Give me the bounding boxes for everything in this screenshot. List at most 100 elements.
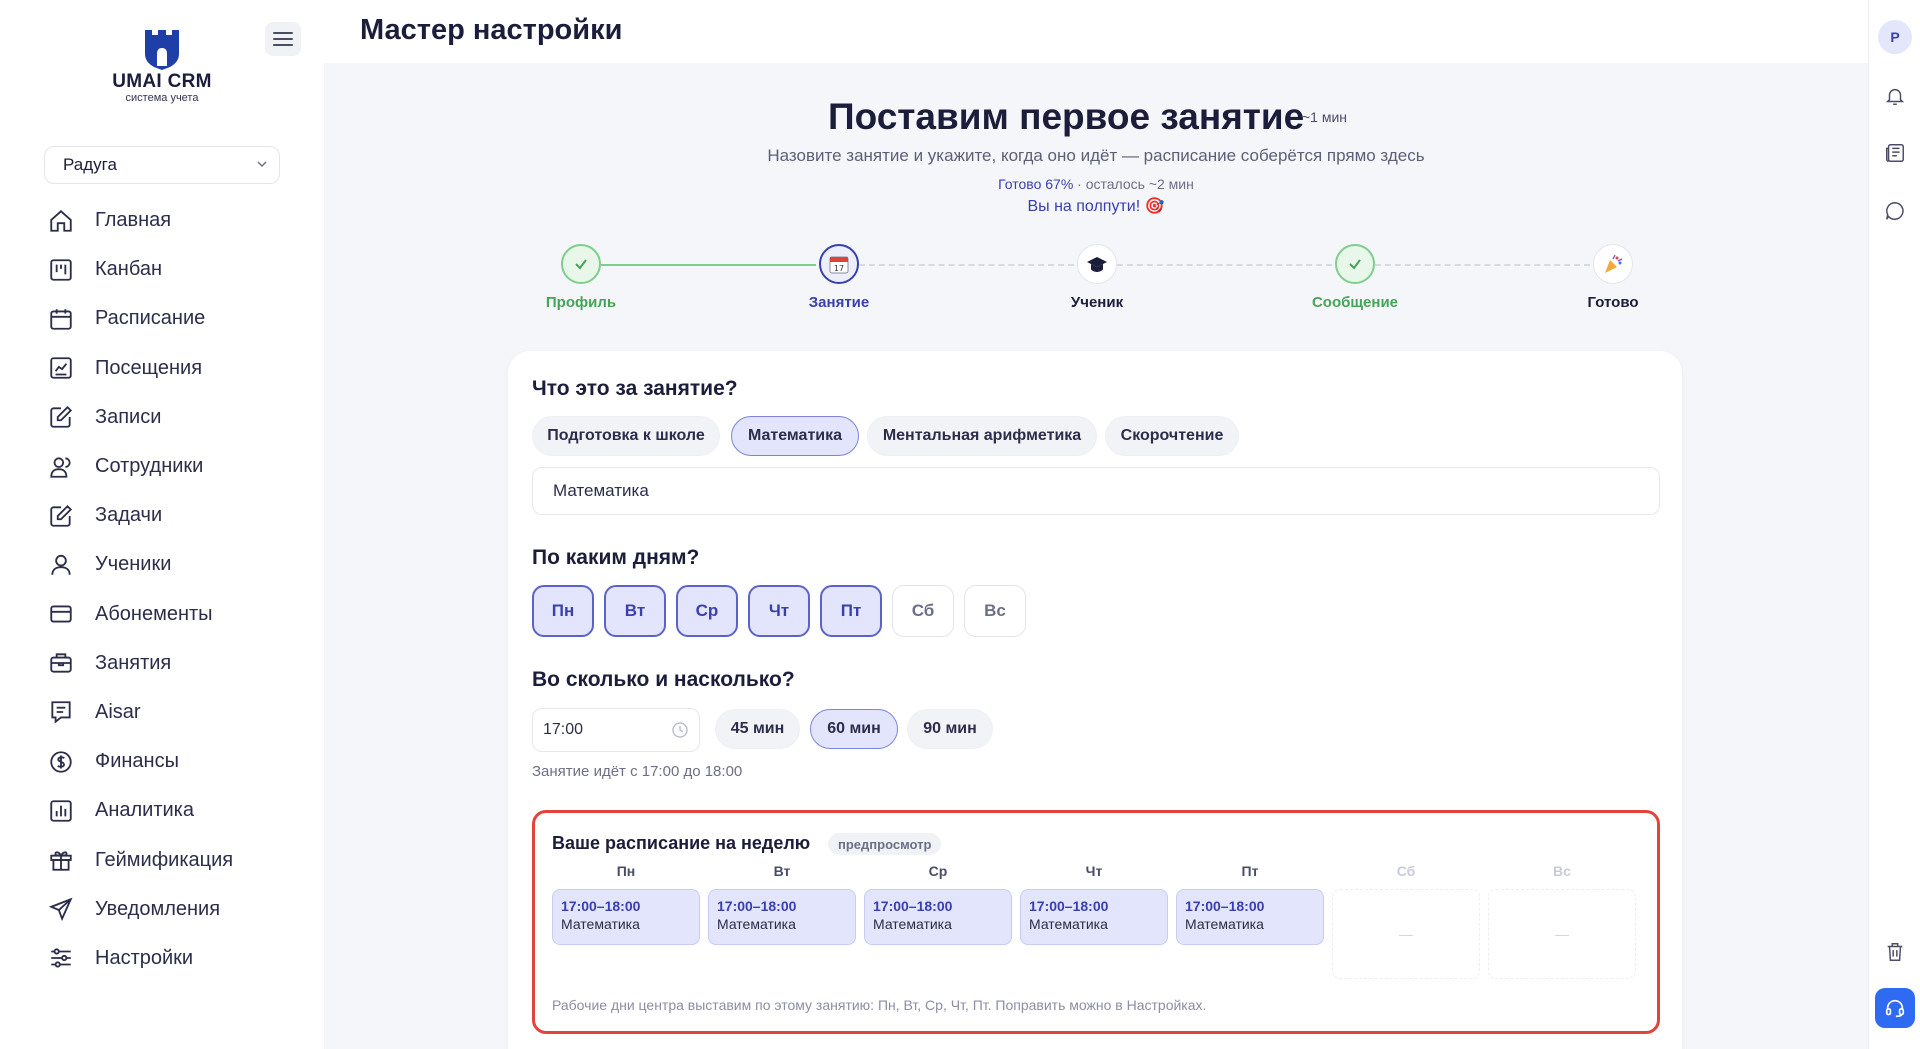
- sidebar-item-subscriptions[interactable]: Абонементы: [46, 590, 316, 639]
- step-message[interactable]: Сообщение: [1295, 244, 1415, 311]
- castle-logo-icon: [145, 30, 179, 70]
- chat-bubble-icon[interactable]: [1883, 199, 1907, 223]
- sidebar-item-label: Абонементы: [95, 602, 213, 625]
- day-toggle-sun[interactable]: Вс: [964, 585, 1026, 637]
- sidebar-item-attendance[interactable]: Посещения: [46, 344, 316, 393]
- preview-lesson-slot[interactable]: 17:00–18:00 Математика: [864, 889, 1012, 945]
- news-icon[interactable]: [1883, 141, 1907, 165]
- preview-lesson-slot[interactable]: 17:00–18:00 Математика: [552, 889, 700, 945]
- sidebar-item-staff[interactable]: Сотрудники: [46, 442, 316, 491]
- wizard-title: Поставим первое занятие: [828, 96, 1305, 137]
- day-toggle-sat[interactable]: Сб: [892, 585, 954, 637]
- sidebar-item-schedule[interactable]: Расписание: [46, 294, 316, 343]
- sidebar-item-notifications[interactable]: Уведомления: [46, 885, 316, 934]
- preset-chip-math[interactable]: Математика: [731, 416, 859, 456]
- sidebar-item-label: Задачи: [95, 504, 163, 527]
- send-icon: [46, 894, 76, 924]
- tasks-edit-icon: [46, 501, 76, 531]
- calendar-emoji-icon: 17: [819, 244, 859, 284]
- duration-chip-60[interactable]: 60 мин: [810, 709, 898, 749]
- day-toggle-mon[interactable]: Пн: [532, 585, 594, 637]
- start-time-input[interactable]: 17:00: [532, 708, 700, 752]
- sidebar-item-settings[interactable]: Настройки: [46, 934, 316, 983]
- preview-title: Ваше расписание на неделю: [552, 833, 811, 853]
- preview-lesson-slot[interactable]: 17:00–18:00 Математика: [708, 889, 856, 945]
- card-icon: [46, 599, 76, 629]
- brand-tagline: система учета: [125, 92, 199, 104]
- chat-doc-icon: [46, 697, 76, 727]
- preview-day-column: Сб —: [1332, 863, 1480, 979]
- preview-lesson-slot[interactable]: 17:00–18:00 Математика: [1020, 889, 1168, 945]
- sidebar-item-aisar[interactable]: Aisar: [46, 688, 316, 737]
- hamburger-icon: [273, 32, 293, 46]
- chevron-down-icon: [257, 161, 267, 168]
- right-rail: P: [1868, 0, 1920, 1049]
- preview-empty-slot: —: [1332, 889, 1480, 979]
- step-profile[interactable]: Профиль: [521, 244, 641, 311]
- duration-chip-45[interactable]: 45 мин: [715, 709, 800, 749]
- sidebar-item-label: Aisar: [95, 700, 141, 723]
- preview-day-column: Ср 17:00–18:00 Математика: [864, 863, 1012, 945]
- menu-toggle-button[interactable]: [265, 22, 301, 56]
- top-bar: Мастер настройки: [324, 0, 1868, 63]
- day-toggle-tue[interactable]: Вт: [604, 585, 666, 637]
- sidebar-item-label: Занятия: [95, 651, 172, 674]
- sidebar: UMAI CRM система учета Радуга Главная Ка…: [0, 0, 324, 1049]
- branch-select[interactable]: Радуга: [44, 146, 280, 184]
- analytics-icon: [46, 796, 76, 826]
- preview-day-column: Вс —: [1488, 863, 1636, 979]
- progress-percent: Готово 67%: [998, 176, 1074, 192]
- question-lesson-type: Что это за занятие?: [532, 377, 738, 400]
- step-done[interactable]: Готово: [1553, 244, 1673, 311]
- preset-chip-school-prep[interactable]: Подготовка к школе: [532, 416, 720, 456]
- step-student[interactable]: Ученик: [1037, 244, 1157, 311]
- day-toggle-wed[interactable]: Ср: [676, 585, 738, 637]
- day-toggle-thu[interactable]: Чт: [748, 585, 810, 637]
- dollar-icon: [46, 747, 76, 777]
- sidebar-item-label: Главная: [95, 209, 172, 232]
- avatar[interactable]: P: [1878, 20, 1912, 54]
- slot-time: 17:00–18:00: [1185, 898, 1265, 914]
- sidebar-item-lessons[interactable]: Занятия: [46, 639, 316, 688]
- slot-name: Математика: [873, 916, 952, 932]
- sidebar-item-label: Геймификация: [95, 848, 234, 871]
- party-popper-icon: [1593, 244, 1633, 284]
- sidebar-item-records[interactable]: Записи: [46, 393, 316, 442]
- sidebar-item-kanban[interactable]: Канбан: [46, 245, 316, 294]
- sidebar-item-analytics[interactable]: Аналитика: [46, 786, 316, 835]
- step-label: Готово: [1587, 294, 1639, 311]
- slot-name: Математика: [561, 916, 640, 932]
- preview-day-name: Сб: [1396, 863, 1416, 879]
- kanban-icon: [46, 255, 76, 285]
- preview-badge: предпросмотр: [828, 833, 942, 855]
- page-title: Мастер настройки: [360, 14, 623, 46]
- trash-icon[interactable]: [1883, 940, 1907, 964]
- sidebar-nav: Главная Канбан Расписание Посещения Запи…: [46, 196, 316, 983]
- support-button[interactable]: [1875, 988, 1915, 1028]
- preset-chip-speed-reading[interactable]: Скорочтение: [1105, 416, 1239, 456]
- sidebar-item-label: Ученики: [95, 553, 172, 576]
- question-time: Во сколько и насколько?: [532, 668, 795, 691]
- brand-name: UMAI CRM: [112, 71, 212, 92]
- sidebar-item-students[interactable]: Ученики: [46, 540, 316, 589]
- brand-logo[interactable]: UMAI CRM система учета: [100, 28, 224, 104]
- gift-icon: [46, 845, 76, 875]
- preset-chip-mental-arithmetic[interactable]: Ментальная арифметика: [867, 416, 1097, 456]
- preview-day-name: Пн: [616, 863, 636, 879]
- sidebar-item-tasks[interactable]: Задачи: [46, 491, 316, 540]
- bell-icon[interactable]: [1883, 84, 1907, 108]
- duration-chip-90[interactable]: 90 мин: [907, 709, 993, 749]
- lesson-name-input[interactable]: Математика: [532, 467, 1660, 515]
- svg-text:17: 17: [834, 264, 844, 273]
- clock-icon: [672, 722, 688, 738]
- sidebar-item-gamification[interactable]: Геймификация: [46, 835, 316, 884]
- preview-day-name: Вс: [1553, 863, 1571, 879]
- day-toggle-fri[interactable]: Пт: [820, 585, 882, 637]
- headset-icon: [1885, 999, 1905, 1018]
- slot-time: 17:00–18:00: [1029, 898, 1109, 914]
- sidebar-item-label: Аналитика: [95, 799, 194, 822]
- step-lesson[interactable]: 17 Занятие: [779, 244, 899, 311]
- preview-lesson-slot[interactable]: 17:00–18:00 Математика: [1176, 889, 1324, 945]
- sidebar-item-home[interactable]: Главная: [46, 196, 316, 245]
- sidebar-item-finance[interactable]: Финансы: [46, 737, 316, 786]
